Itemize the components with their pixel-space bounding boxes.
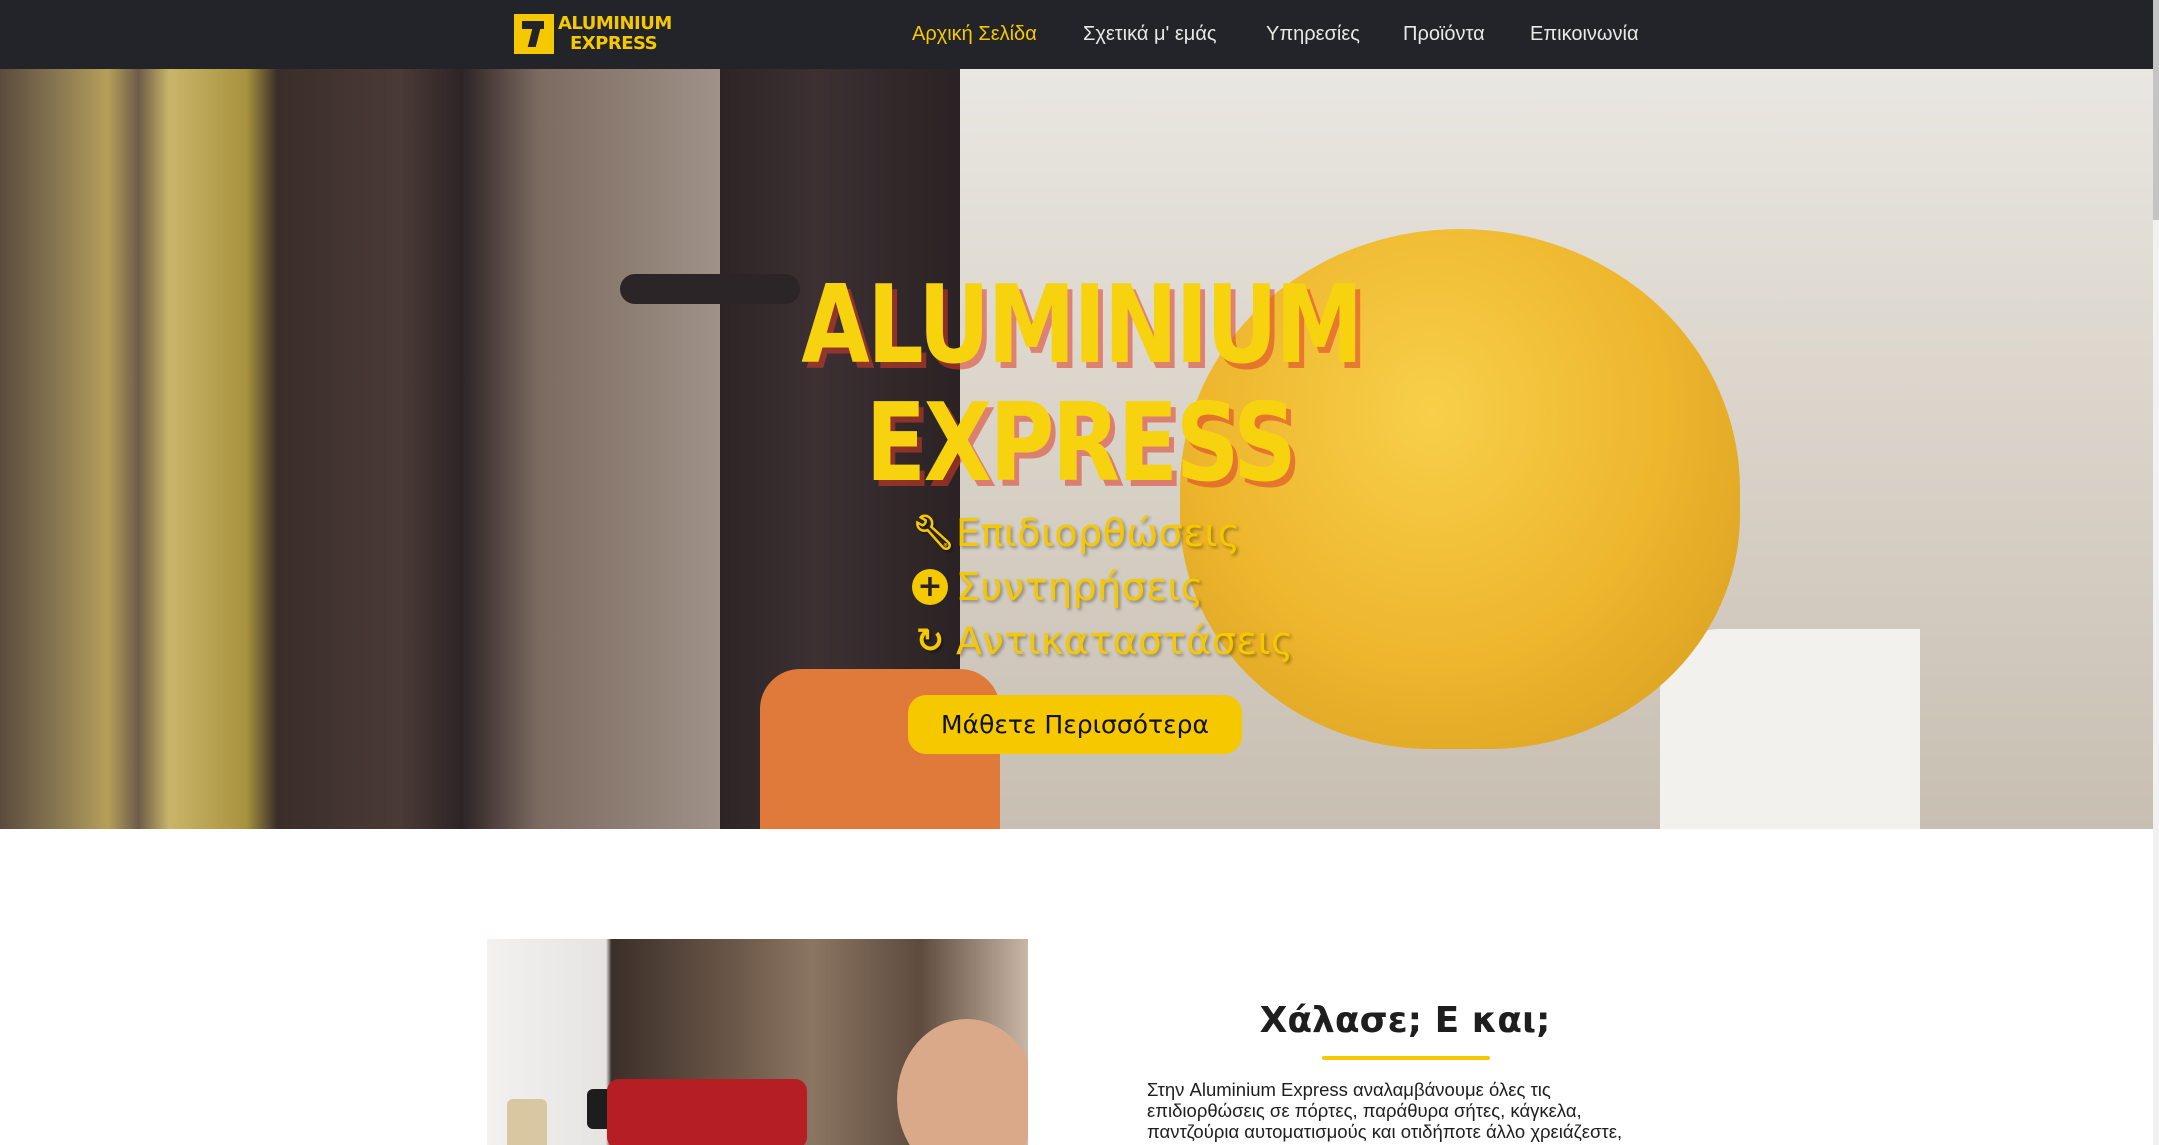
- hero-title-line-2: EXPRESS: [865, 381, 1297, 506]
- wrench-icon: 🔧︎: [912, 513, 956, 553]
- service-label: Επιδιορθώσεις: [956, 511, 1241, 555]
- nav-link-home[interactable]: Αρχική Σελίδα: [912, 20, 1037, 48]
- about-image-door-plate: [507, 1099, 547, 1145]
- service-item-repairs: 🔧︎ Επιδιορθώσεις: [912, 506, 1294, 560]
- learn-more-button[interactable]: Μάθετε Περισσότερα: [908, 695, 1242, 754]
- nav-link-products[interactable]: Προϊόντα: [1403, 20, 1485, 48]
- about-title-underline: [1322, 1056, 1490, 1060]
- about-text: Στην Aluminium Express αναλαμβάνουμε όλε…: [1147, 1079, 1623, 1142]
- about-title: Χάλασε; Ε και;: [1259, 1000, 1551, 1041]
- logo-line-2: EXPRESS: [570, 33, 658, 54]
- nav-link-about[interactable]: Σχετικά μ' εμάς: [1083, 20, 1217, 48]
- service-item-maintenance: + Συντηρήσεις: [912, 560, 1294, 614]
- hero-worker-shirt: [1660, 629, 1920, 829]
- hero-service-list: 🔧︎ Επιδιορθώσεις + Συντηρήσεις ↻ Αντικατ…: [912, 506, 1294, 668]
- hero-title-line-1: ALUMINIUM: [801, 263, 1363, 388]
- hero-section: ALUMINIUM EXPRESS 🔧︎ Επιδιορθώσεις + Συν…: [0, 69, 2159, 829]
- nav-link-contact[interactable]: Επικοινωνία: [1530, 20, 1639, 48]
- service-label: Συντηρήσεις: [956, 565, 1204, 609]
- about-image-worker: [897, 1019, 1028, 1145]
- page-scrollbar-thumb[interactable]: [2153, 0, 2159, 220]
- hero-door-handle: [620, 274, 800, 304]
- hero-title: ALUMINIUM EXPRESS: [801, 267, 1363, 506]
- site-logo[interactable]: ALUMINIUM EXPRESS: [514, 12, 677, 56]
- navbar: ALUMINIUM EXPRESS Αρχική Σελίδα Σχετικά …: [0, 0, 2159, 69]
- logo-line-1: ALUMINIUM: [558, 13, 672, 34]
- about-image-drill: [607, 1079, 807, 1145]
- service-item-replacements: ↻ Αντικαταστάσεις: [912, 614, 1294, 668]
- logo-text: ALUMINIUM EXPRESS: [558, 14, 672, 54]
- hero-background-left: [0, 69, 770, 829]
- nav-link-services[interactable]: Υπηρεσίες: [1266, 20, 1360, 48]
- plus-circle-icon: +: [912, 569, 948, 605]
- refresh-icon: ↻: [915, 621, 945, 661]
- service-label: Αντικαταστάσεις: [956, 619, 1294, 663]
- logo-mark-icon: [514, 14, 554, 54]
- about-image: [487, 939, 1028, 1145]
